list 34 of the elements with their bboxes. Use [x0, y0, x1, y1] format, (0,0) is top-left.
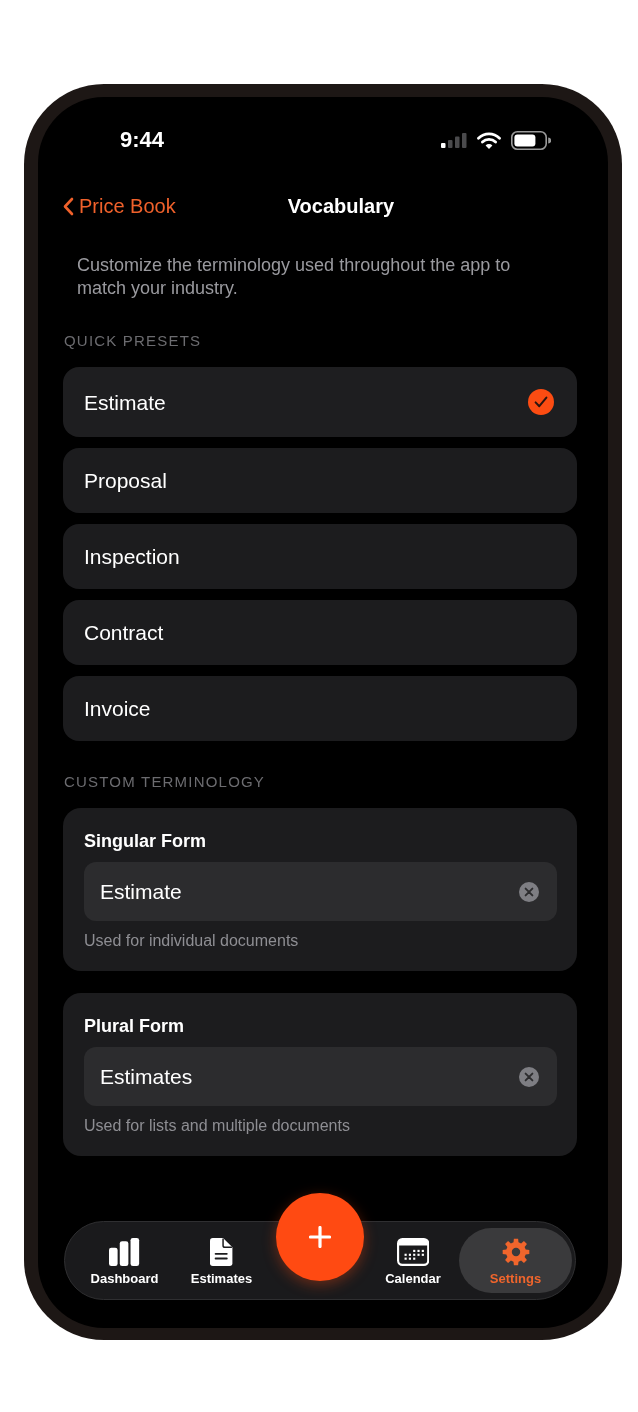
preset-option[interactable]: Invoice: [63, 676, 577, 741]
wifi-icon: [477, 131, 501, 149]
clear-icon[interactable]: [519, 881, 539, 902]
text-field[interactable]: Estimate: [84, 862, 557, 921]
field-label: Singular Form: [84, 830, 207, 853]
add-button[interactable]: [276, 1193, 364, 1281]
description-text: Customize the terminology used throughout the app to match your industry.: [77, 254, 512, 300]
preset-option[interactable]: Contract: [63, 600, 577, 665]
section-heading: CUSTOM TERMINOLOGY: [64, 772, 267, 792]
calendar-icon: [396, 1238, 430, 1266]
plus-icon: [309, 1226, 331, 1248]
checkmark-icon: [527, 388, 555, 416]
section-heading: QUICK PRESETS: [64, 331, 203, 351]
tab-bar-item[interactable]: Dashboard: [76, 1228, 173, 1293]
text-field[interactable]: Estimates: [84, 1047, 557, 1106]
chevron-left-icon: [63, 196, 74, 216]
tab-bar-item[interactable]: Estimates: [173, 1228, 270, 1293]
battery-icon: [511, 130, 551, 150]
helper-text: Used for lists and multiple documents: [84, 1116, 351, 1136]
signal-icon: [441, 132, 467, 148]
document-icon: [210, 1238, 233, 1266]
tab-bar-item[interactable]: Settings: [459, 1228, 572, 1293]
preset-option[interactable]: Estimate: [63, 367, 577, 437]
helper-text: Used for individual documents: [84, 931, 300, 951]
tab-bar-item[interactable]: Calendar: [367, 1228, 459, 1293]
bar-chart-icon: [109, 1238, 140, 1266]
back-button[interactable]: Price Book: [63, 194, 176, 218]
gear-icon: [501, 1238, 530, 1266]
clear-icon[interactable]: [519, 1066, 539, 1087]
status-time: 9:44: [120, 127, 165, 153]
field-label: Plural Form: [84, 1015, 186, 1038]
preset-option[interactable]: Proposal: [63, 448, 577, 513]
preset-option[interactable]: Inspection: [63, 524, 577, 589]
screen-title: Vocabulary: [287, 194, 395, 218]
